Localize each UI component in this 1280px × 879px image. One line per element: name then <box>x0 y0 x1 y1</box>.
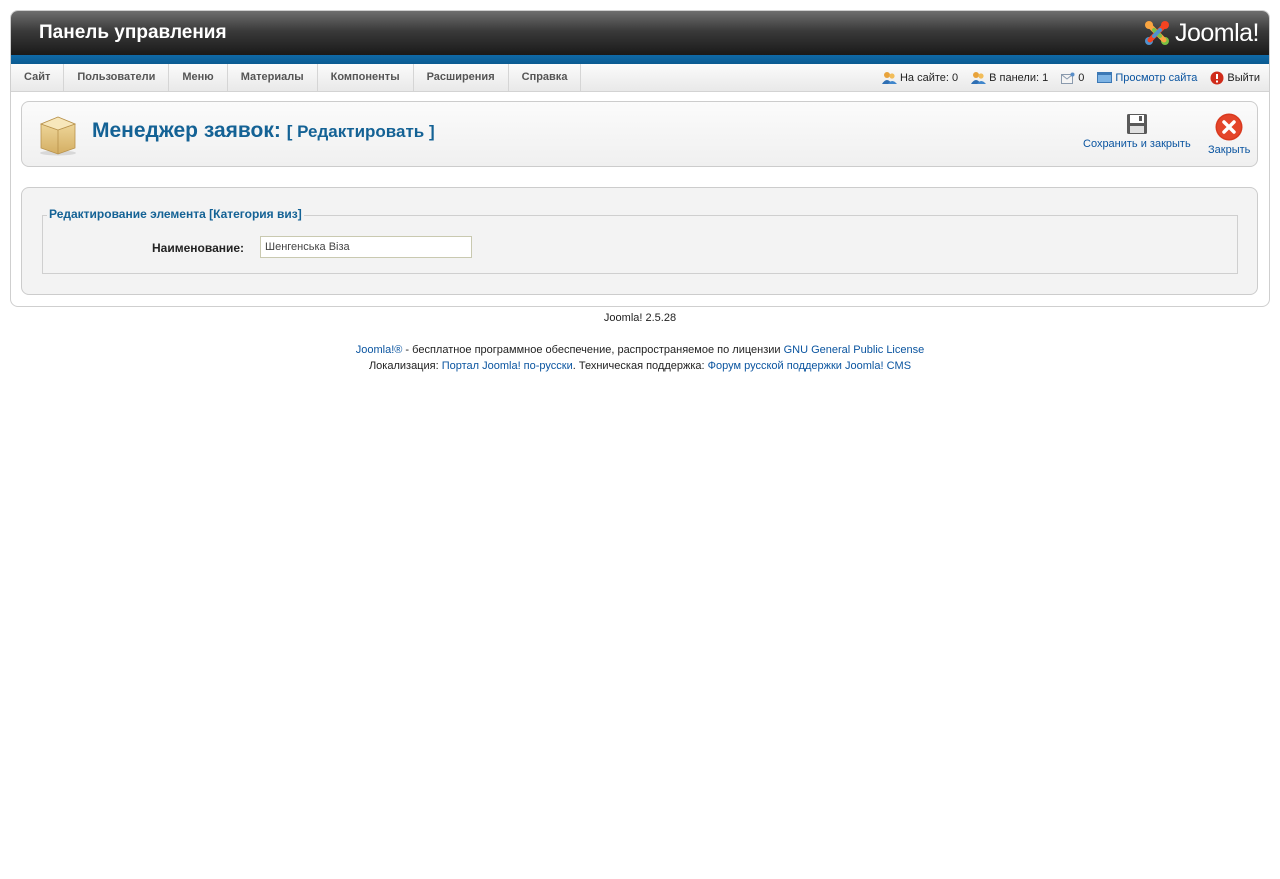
messages-icon <box>1061 72 1075 84</box>
close-button[interactable]: Закрыть <box>1208 113 1250 156</box>
status-bar: На сайте: 0 В панели: 1 0 Просмотр сайта… <box>881 64 1260 91</box>
toolbar-box: Менеджер заявок: [ Редактировать ] Сохра… <box>21 101 1258 167</box>
page-title-action: [ Редактировать ] <box>286 122 435 141</box>
messages-count: 0 <box>1078 71 1085 84</box>
footer-license-text: - бесплатное программное обеспечение, ра… <box>402 344 784 356</box>
save-icon <box>1126 114 1147 134</box>
name-label: Наименование: <box>152 241 245 255</box>
status-messages[interactable]: 0 <box>1061 72 1084 84</box>
joomla-ru-portal-link[interactable]: Портал Joomla! по-русски <box>442 360 573 372</box>
menu-item-components[interactable]: Компоненты <box>318 64 414 91</box>
gpl-link[interactable]: GNU General Public License <box>784 344 925 356</box>
logout-label[interactable]: Выйти <box>1227 72 1260 84</box>
footer-localization: Локализация: Портал Joomla! по-русски. Т… <box>0 360 1280 372</box>
status-in-panel: В панели: 1 <box>971 71 1048 84</box>
logo-text: Joomla! <box>1174 18 1260 47</box>
close-label[interactable]: Закрыть <box>1208 144 1250 156</box>
users-panel-icon <box>971 72 987 84</box>
joomla-link[interactable]: Joomla!® <box>356 344 403 356</box>
status-on-site: На сайте: 0 <box>881 71 959 84</box>
menu-item-help[interactable]: Справка <box>509 64 582 91</box>
name-input[interactable] <box>260 236 472 258</box>
footer-support-label: . Техническая поддержка: <box>572 360 708 372</box>
save-and-close-label[interactable]: Сохранить и закрыть <box>1083 138 1191 150</box>
view-site-icon <box>1097 72 1113 83</box>
logout-icon <box>1210 71 1224 84</box>
edit-fieldset: Редактирование элемента [Категория виз] … <box>42 207 1238 274</box>
footer-version: Joomla! 2.5.28 <box>603 312 677 324</box>
status-view-site[interactable]: Просмотр сайта <box>1097 72 1197 84</box>
menu-item-menus[interactable]: Меню <box>169 64 228 91</box>
main-menu: Сайт Пользователи Меню Материалы Компоне… <box>11 64 582 91</box>
fieldset-legend: Редактирование элемента [Категория виз] <box>47 207 304 221</box>
on-site-count: На сайте: 0 <box>899 71 959 84</box>
footer: Joomla! 2.5.28 Joomla!® - бесплатное про… <box>0 312 1280 376</box>
menu-item-content[interactable]: Материалы <box>228 64 318 91</box>
page-title: Менеджер заявок: [ Редактировать ] <box>92 119 435 143</box>
menu-item-extensions[interactable]: Расширения <box>414 64 509 91</box>
view-site-link[interactable]: Просмотр сайта <box>1115 72 1197 84</box>
support-forum-link[interactable]: Форум русской поддержки Joomla! CMS <box>708 360 911 372</box>
close-icon <box>1215 113 1243 141</box>
joomla-logo-icon <box>1144 21 1169 45</box>
header: Панель управления Joomla! <box>11 11 1269 55</box>
header-accent-bar <box>11 55 1269 64</box>
save-and-close-button[interactable]: Сохранить и закрыть <box>1083 113 1191 150</box>
status-logout[interactable]: Выйти <box>1210 71 1260 85</box>
footer-license: Joomla!® - бесплатное программное обеспе… <box>0 344 1280 356</box>
users-online-icon <box>881 72 897 84</box>
menubar: Сайт Пользователи Меню Материалы Компоне… <box>11 64 1269 92</box>
package-icon <box>39 116 77 156</box>
joomla-logo: Joomla! <box>1142 17 1260 49</box>
header-title: Панель управления <box>39 22 227 43</box>
page-title-main: Менеджер заявок: <box>92 119 281 142</box>
menu-item-site[interactable]: Сайт <box>11 64 65 91</box>
footer-localization-label: Локализация: <box>368 360 442 372</box>
admin-frame: Панель управления Joomla! Сайт Пользоват… <box>10 10 1270 307</box>
menu-item-users[interactable]: Пользователи <box>64 64 170 91</box>
form-box: Редактирование элемента [Категория виз] … <box>21 187 1258 295</box>
in-panel-count: В панели: 1 <box>989 71 1049 84</box>
